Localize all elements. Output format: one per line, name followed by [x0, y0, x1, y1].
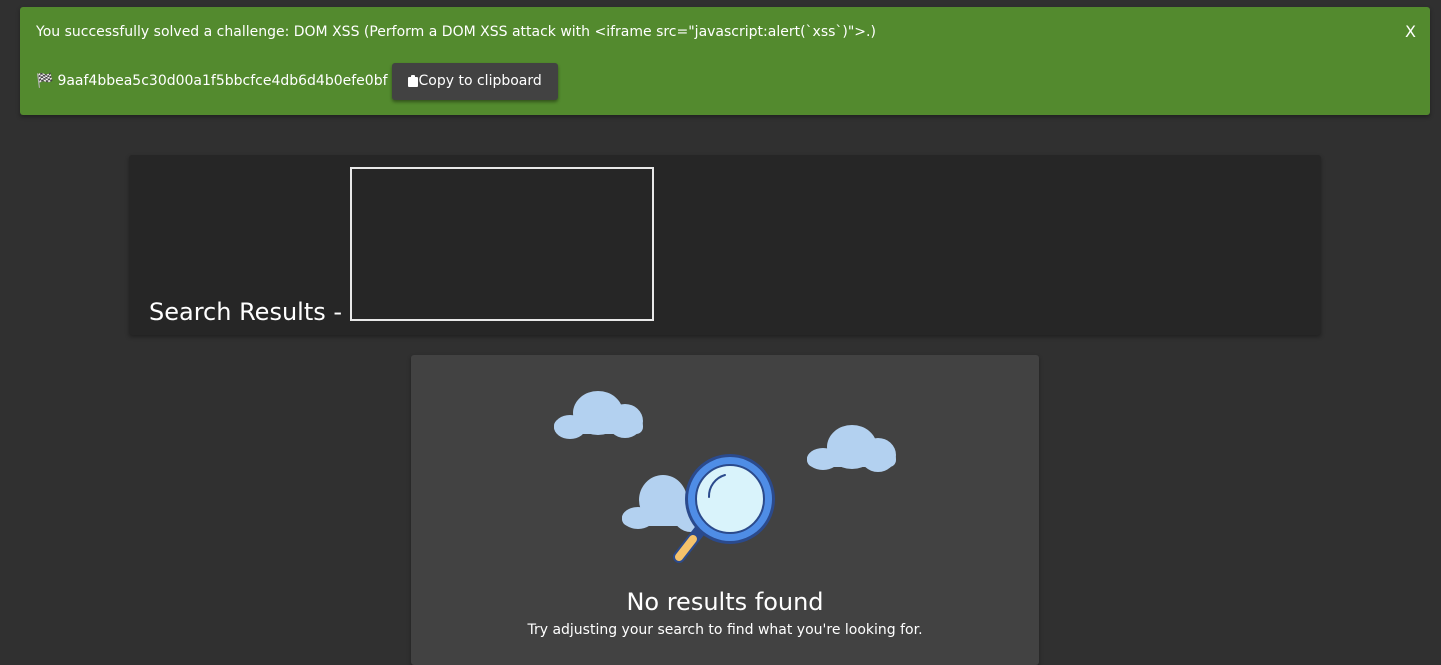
no-results-illustration — [554, 391, 896, 563]
flag-code: 9aaf4bbea5c30d00a1f5bbcfce4db6d4b0efe0bf — [57, 73, 388, 89]
no-results-card: No results found Try adjusting your sear… — [411, 355, 1039, 665]
clipboard-icon — [407, 75, 418, 87]
copy-button-label: Copy to clipboard — [418, 73, 542, 89]
close-notification-button[interactable]: X — [1405, 22, 1416, 42]
search-results-title: Search Results - — [149, 298, 343, 326]
flag-row: 🏁 9aaf4bbea5c30d00a1f5bbcfce4db6d4b0efe0… — [36, 62, 558, 100]
notification-message: You successfully solved a challenge: DOM… — [36, 24, 876, 40]
copy-to-clipboard-button[interactable]: Copy to clipboard — [391, 62, 558, 100]
challenge-solved-notification: You successfully solved a challenge: DOM… — [20, 7, 1430, 115]
no-results-title: No results found — [626, 588, 824, 616]
cloud-icon — [807, 425, 896, 472]
magnifying-glass-icon — [673, 454, 775, 563]
no-results-subtitle: Try adjusting your search to find what y… — [527, 622, 923, 638]
cloud-icon — [554, 391, 643, 439]
checkered-flag-icon: 🏁 — [36, 73, 54, 89]
search-results-header: Search Results - — [129, 155, 1321, 335]
injected-iframe[interactable] — [350, 167, 654, 321]
